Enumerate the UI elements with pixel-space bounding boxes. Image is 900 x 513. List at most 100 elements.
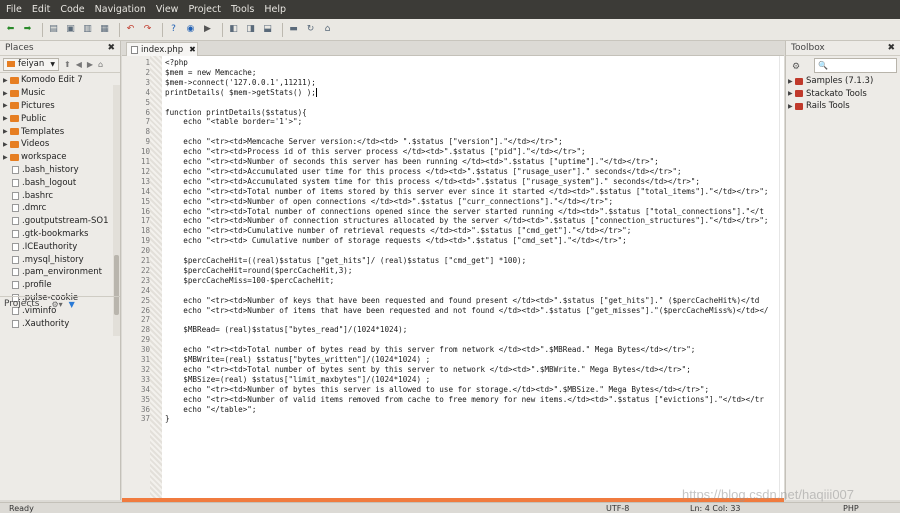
tree-item-label: .pam_environment xyxy=(22,267,102,278)
tree-item[interactable]: ▶ Pictures xyxy=(3,100,120,113)
expand-arrow-icon[interactable]: ▶ xyxy=(3,154,10,161)
folder-select[interactable]: feiyan ▼ xyxy=(3,57,59,71)
menu-file[interactable]: File xyxy=(6,4,22,15)
tree-item[interactable]: .ICEauthority xyxy=(3,240,120,253)
pane-left-icon[interactable]: ◧ xyxy=(227,23,240,36)
code-line: $MBRead= (real)$status["bytes_read"]/(10… xyxy=(165,325,408,335)
tree-item[interactable]: .profile xyxy=(3,279,120,292)
expand-arrow-icon[interactable]: ▶ xyxy=(3,128,10,135)
filter-icon[interactable]: ▼ xyxy=(69,300,75,309)
back-icon[interactable]: ◀ xyxy=(76,60,82,69)
tree-item[interactable]: .gtk-bookmarks xyxy=(3,228,120,241)
toolbox-folder-icon xyxy=(795,90,803,98)
watermark: https://blog.csdn.net/haqiii007 xyxy=(682,487,855,502)
pane-right-icon[interactable]: ◨ xyxy=(244,23,257,36)
folder-icon xyxy=(10,115,19,123)
tree-item[interactable]: ▶ Music xyxy=(3,87,120,100)
paste-icon[interactable]: ▬ xyxy=(287,23,300,36)
code-editor[interactable]: <?php $mem = new Memcache; $mem->connect('… xyxy=(162,56,784,500)
tree-item-label: .gtk-bookmarks xyxy=(22,228,89,239)
folder-select-label: feiyan xyxy=(18,59,45,69)
up-folder-icon[interactable]: ⬆ xyxy=(64,60,71,69)
menu-view[interactable]: View xyxy=(156,4,179,15)
line-number: 10 xyxy=(140,147,150,157)
tree-item[interactable]: ▶ Videos xyxy=(3,138,120,151)
close-icon[interactable]: ✖ xyxy=(189,45,196,54)
toolbox-item[interactable]: ▶ Rails Tools xyxy=(786,100,900,113)
code-line: $MBWrite=(real) $status["bytes_written"]… xyxy=(165,355,431,364)
undo-icon[interactable]: ↶ xyxy=(124,23,137,36)
tab-index-php[interactable]: index.php ✖ xyxy=(126,42,198,56)
save-icon[interactable]: ▥ xyxy=(81,23,94,36)
tree-item[interactable]: ▶ workspace xyxy=(3,151,120,164)
tree-item[interactable]: .pam_environment xyxy=(3,266,120,279)
expand-arrow-icon[interactable]: ▶ xyxy=(788,90,795,97)
save-all-icon[interactable]: ▦ xyxy=(98,23,111,36)
gear-icon[interactable]: ⚙▾ xyxy=(51,300,62,309)
code-line: echo "<tr><td>Number of connection struc… xyxy=(165,216,769,226)
status-encoding[interactable]: UTF-8 xyxy=(606,504,629,513)
code-line: } xyxy=(165,414,170,424)
new-file-icon[interactable]: ▤ xyxy=(47,23,60,36)
help-icon[interactable]: ? xyxy=(167,23,180,36)
refresh-icon[interactable]: ↻ xyxy=(304,23,317,36)
expand-arrow-icon[interactable]: ▶ xyxy=(3,115,10,122)
globe-icon[interactable]: ◉ xyxy=(184,23,197,36)
expand-arrow-icon[interactable]: ▶ xyxy=(788,78,795,85)
forward-icon[interactable]: ▶ xyxy=(87,60,93,69)
toolbox-title: Toolbox xyxy=(791,43,825,53)
toolbar-separator xyxy=(162,22,163,37)
line-number: 18 xyxy=(140,226,150,236)
text-cursor xyxy=(315,87,317,97)
line-number: 25 xyxy=(140,295,150,305)
tree-item[interactable]: .bashrc xyxy=(3,189,120,202)
tree-item[interactable]: ▶ Public xyxy=(3,112,120,125)
tree-item-label: .profile xyxy=(22,280,52,291)
line-number: 29 xyxy=(140,335,150,345)
toolbox-item[interactable]: ▶ Samples (7.1.3) xyxy=(786,75,900,88)
tree-item[interactable]: .goutputstream-SO1 xyxy=(3,215,120,228)
close-icon[interactable]: ✖ xyxy=(107,43,115,53)
expand-arrow-icon[interactable]: ▶ xyxy=(3,141,10,148)
expand-arrow-icon[interactable]: ▶ xyxy=(3,102,10,109)
menu-tools[interactable]: Tools xyxy=(231,4,254,15)
tree-item-label: .Xauthority xyxy=(22,318,70,329)
expand-arrow-icon[interactable]: ▶ xyxy=(3,77,10,84)
code-line: $MBSize=(real) $status["limit_maxbytes"]… xyxy=(165,374,431,384)
code-line: function printDetails($status){ xyxy=(165,107,307,117)
tree-item[interactable]: .dmrc xyxy=(3,202,120,215)
back-icon[interactable]: ⬅ xyxy=(4,23,17,36)
pane-bottom-icon[interactable]: ⬓ xyxy=(261,23,274,36)
tree-item[interactable]: .bash_logout xyxy=(3,176,120,189)
folder-icon xyxy=(10,102,19,110)
menu-project[interactable]: Project xyxy=(188,4,221,15)
expand-arrow-icon[interactable]: ▶ xyxy=(788,103,795,110)
tree-item-label: Templates xyxy=(21,126,65,137)
home-icon[interactable]: ⌂ xyxy=(321,23,334,36)
tree-item[interactable]: .mysql_history xyxy=(3,253,120,266)
menu-code[interactable]: Code xyxy=(60,4,84,15)
status-language[interactable]: PHP xyxy=(843,504,859,513)
toolbox-item[interactable]: ▶ Stackato Tools xyxy=(786,88,900,101)
menu-navigation[interactable]: Navigation xyxy=(95,4,146,15)
redo-icon[interactable]: ↷ xyxy=(141,23,154,36)
gear-icon[interactable]: ⚙ xyxy=(792,62,800,72)
tree-item[interactable]: .Xauthority xyxy=(3,317,120,330)
tree-item[interactable]: ▶ Templates xyxy=(3,125,120,138)
menu-edit[interactable]: Edit xyxy=(32,4,50,15)
line-number: 36 xyxy=(140,404,150,414)
code-line: echo "<tr><td>Number of open connections… xyxy=(165,196,614,206)
search-icon: 🔍 xyxy=(818,61,828,70)
forward-icon[interactable]: ➡ xyxy=(21,23,34,36)
close-icon[interactable]: ✖ xyxy=(887,43,895,53)
open-file-icon[interactable]: ▣ xyxy=(64,23,77,36)
tree-item[interactable]: ▶ Komodo Edit 7 xyxy=(3,74,120,87)
menu-help[interactable]: Help xyxy=(264,4,286,15)
line-number: 21 xyxy=(140,256,150,265)
home-icon[interactable]: ⌂ xyxy=(98,60,103,69)
tree-item[interactable]: .bash_history xyxy=(3,164,120,177)
line-number: 27 xyxy=(140,315,150,325)
expand-arrow-icon[interactable]: ▶ xyxy=(3,90,10,97)
toolbox-search-input[interactable]: 🔍 xyxy=(814,58,897,73)
run-icon[interactable]: ▶ xyxy=(201,23,214,36)
